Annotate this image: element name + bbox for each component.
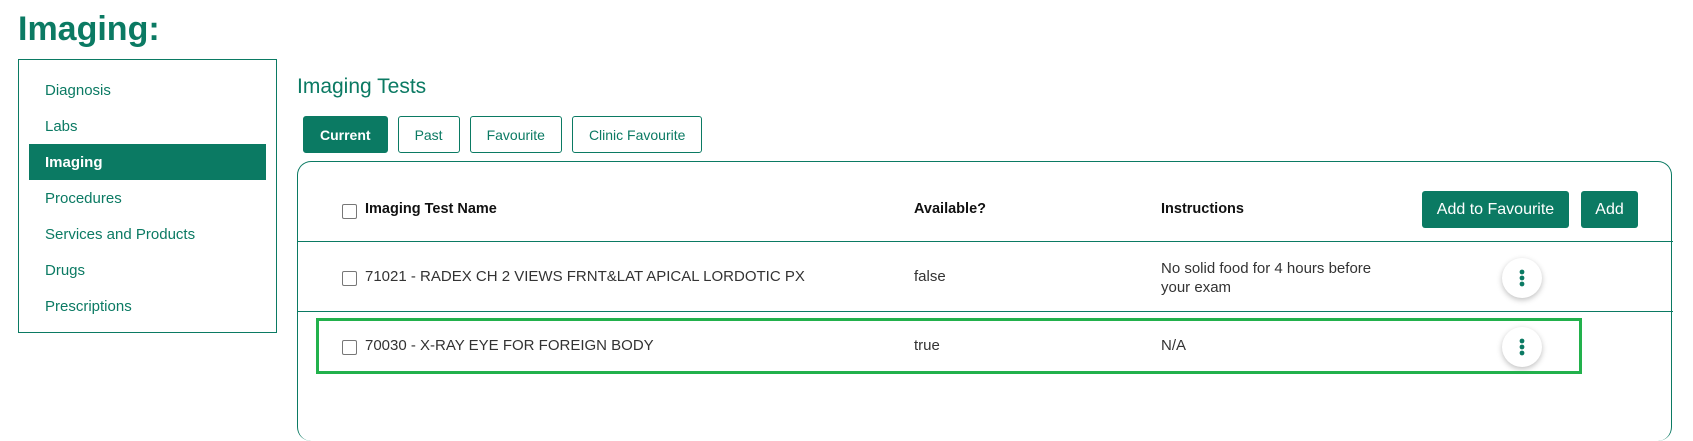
- column-header-instructions: Instructions: [1161, 201, 1244, 217]
- instructions-text: N/A: [1161, 337, 1187, 354]
- add-button[interactable]: Add: [1581, 191, 1638, 228]
- imaging-test-name: 71021 - RADEX CH 2 VIEWS FRNT&LAT APICAL…: [365, 268, 805, 285]
- sidebar-item-label: Drugs: [45, 261, 86, 279]
- availability-value: false: [914, 268, 946, 285]
- instructions-text: No solid food for 4 hours before your ex…: [1161, 260, 1372, 296]
- sidebar-item-label: Prescriptions: [45, 297, 132, 315]
- sidebar-item-drugs[interactable]: Drugs: [29, 252, 266, 288]
- row-menu-button[interactable]: [1502, 258, 1542, 298]
- table-row[interactable]: 70030 - X-RAY EYE FOR FOREIGN BODY true …: [298, 312, 1673, 382]
- row-checkbox[interactable]: [342, 340, 357, 355]
- table-row[interactable]: 71021 - RADEX CH 2 VIEWS FRNT&LAT APICAL…: [298, 242, 1673, 312]
- add-to-favourite-button[interactable]: Add to Favourite: [1422, 191, 1569, 228]
- row-menu-button[interactable]: [1502, 327, 1542, 367]
- sidebar-item-services-and-products[interactable]: Services and Products: [29, 216, 266, 252]
- sidebar-item-imaging[interactable]: Imaging: [29, 144, 266, 180]
- imaging-test-name: 70030 - X-RAY EYE FOR FOREIGN BODY: [365, 337, 654, 354]
- sidebar-item-label: Procedures: [45, 189, 122, 207]
- column-header-name: Imaging Test Name: [365, 201, 497, 217]
- tab-clinic-favourite[interactable]: Clinic Favourite: [571, 116, 703, 153]
- tab-favourite[interactable]: Favourite: [469, 116, 562, 153]
- sidebar-item-label: Labs: [45, 117, 78, 135]
- sidebar-item-procedures[interactable]: Procedures: [29, 180, 266, 216]
- tab-current[interactable]: Current: [303, 116, 388, 153]
- row-checkbox[interactable]: [342, 271, 357, 286]
- imaging-table-panel: Imaging Test Name Available? Instruction…: [297, 161, 1673, 441]
- tab-bar: Current Past Favourite Clinic Favourite: [303, 116, 703, 153]
- sidebar-item-label: Imaging: [45, 153, 103, 171]
- sidebar-nav: Diagnosis Labs Imaging Procedures Servic…: [18, 59, 277, 333]
- section-title: Imaging Tests: [297, 75, 427, 98]
- sidebar-item-diagnosis[interactable]: Diagnosis: [29, 72, 266, 108]
- availability-value: true: [914, 337, 940, 354]
- table-header-row: Imaging Test Name Available? Instruction…: [298, 162, 1673, 242]
- sidebar-item-prescriptions[interactable]: Prescriptions: [29, 288, 266, 324]
- sidebar-item-label: Services and Products: [45, 225, 196, 243]
- sidebar-item-label: Diagnosis: [45, 81, 111, 99]
- more-vertical-icon: [1519, 338, 1525, 356]
- sidebar-item-labs[interactable]: Labs: [29, 108, 266, 144]
- page-title: Imaging:: [18, 10, 160, 48]
- column-header-available: Available?: [914, 201, 986, 217]
- more-vertical-icon: [1519, 269, 1525, 287]
- tab-past[interactable]: Past: [397, 116, 460, 153]
- select-all-checkbox[interactable]: [342, 204, 357, 219]
